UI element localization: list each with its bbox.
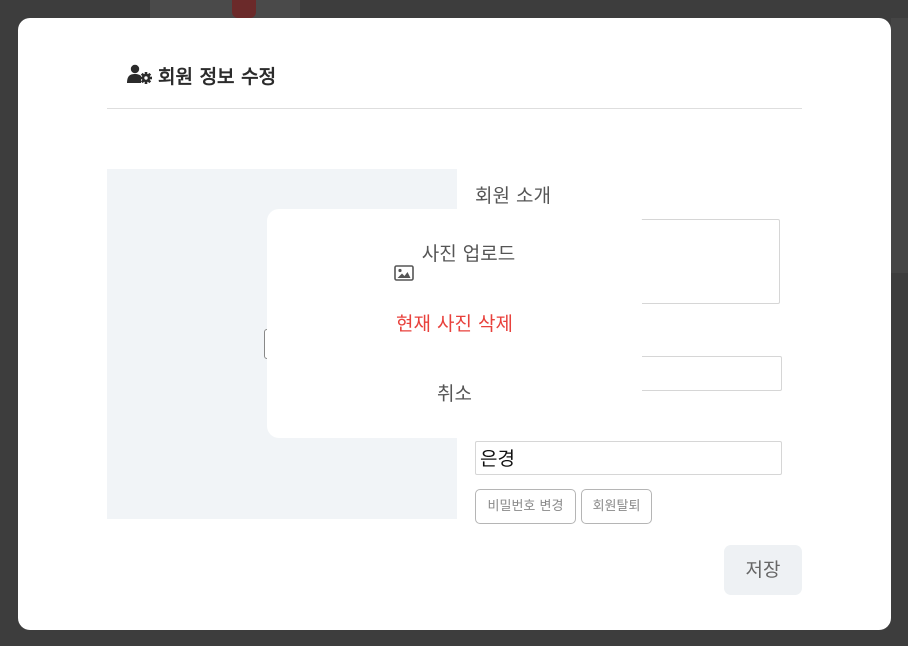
modal-title: 회원 정보 수정 [158,66,277,88]
edit-profile-modal: 회원 정보 수정 회원 소개 은경 비밀번호 변경 회원탈퇴 저장 사진 업로드… [18,18,891,630]
user-gear-icon [127,64,153,84]
modal-header: 회원 정보 수정 [107,58,802,109]
upload-photo-label: 사진 업로드 [421,243,516,265]
delete-photo-button[interactable]: 현재 사진 삭제 [267,294,642,354]
change-password-button[interactable]: 비밀번호 변경 [475,489,576,524]
image-icon [393,245,414,281]
nickname-input[interactable]: 은경 [475,441,782,475]
photo-action-sheet: 사진 업로드 현재 사진 삭제 취소 [267,209,642,438]
background-content-right [891,18,908,273]
background-content [150,0,300,18]
intro-label: 회원 소개 [475,185,551,207]
withdraw-button[interactable]: 회원탈퇴 [581,489,652,524]
cancel-button[interactable]: 취소 [267,364,642,424]
save-button[interactable]: 저장 [724,545,802,595]
upload-photo-button[interactable]: 사진 업로드 [267,224,642,284]
